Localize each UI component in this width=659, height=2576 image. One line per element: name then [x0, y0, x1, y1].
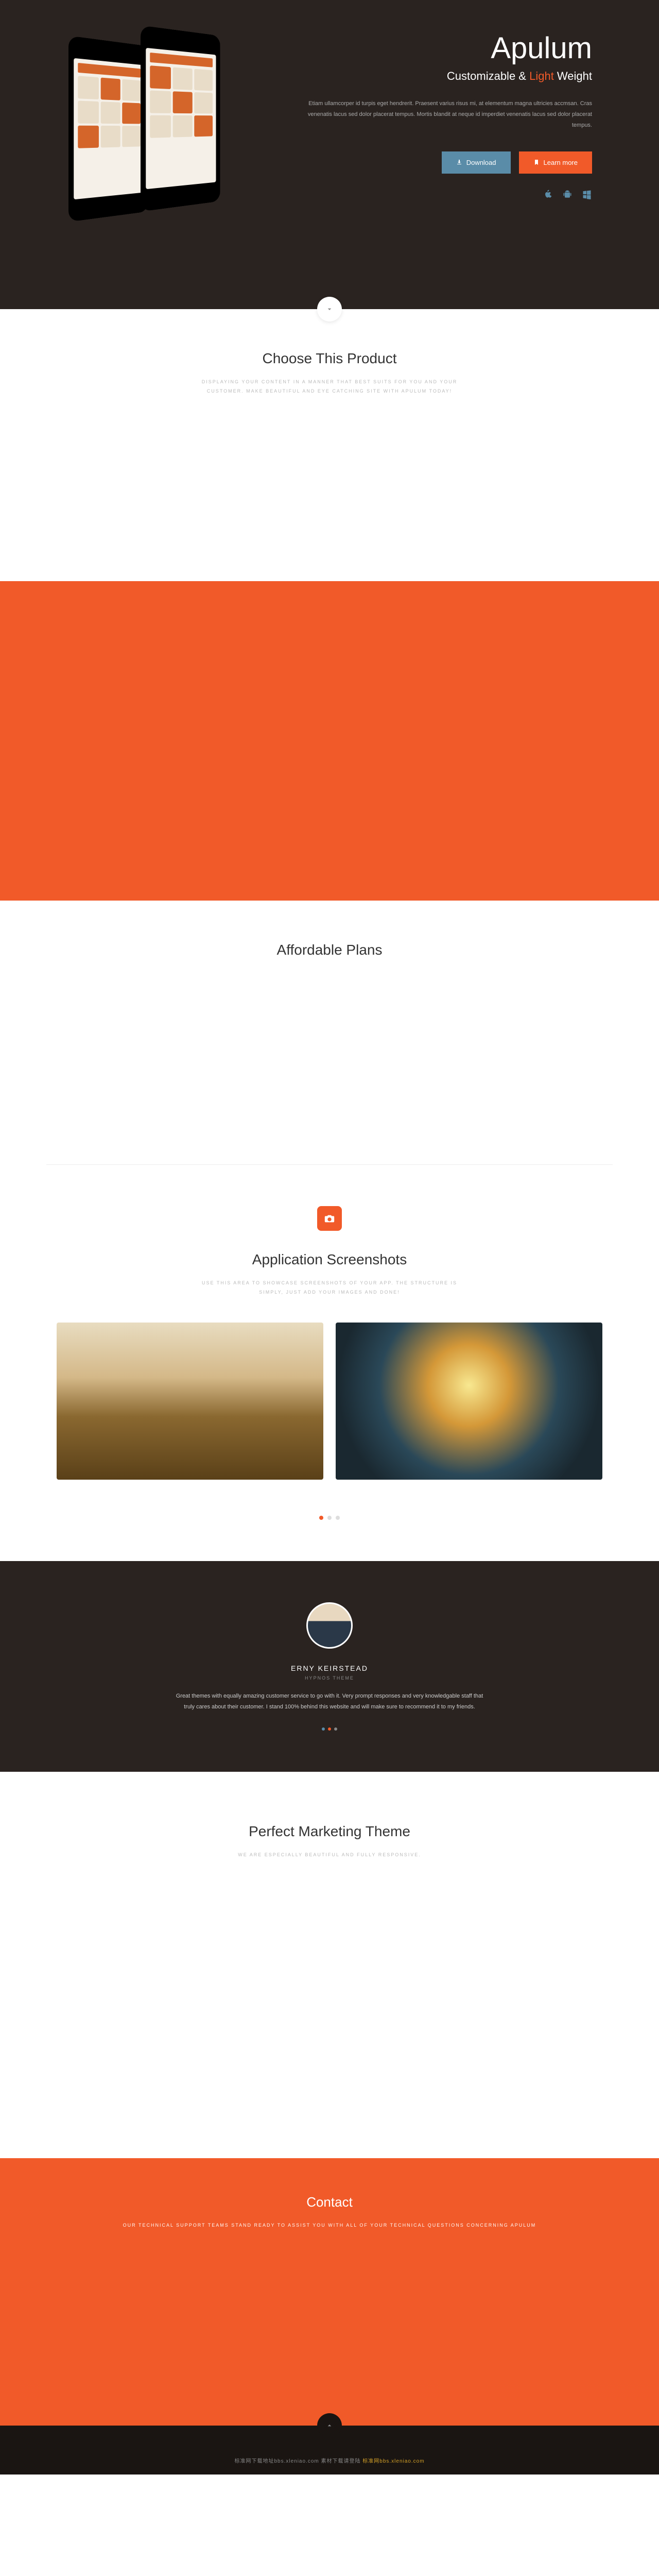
pager-dot-1[interactable]: [319, 1516, 323, 1520]
plans-section: Affordable Plans: [0, 901, 659, 1164]
footer-text: 标准网下载地址bbs.xleniao.com 素材下载请登陆 标准网bbs.xl…: [21, 2456, 638, 2464]
hero-description: Etiam ullamcorper id turpis eget hendrer…: [298, 98, 592, 131]
learn-label: Learn more: [544, 159, 578, 166]
camera-badge: [317, 1206, 342, 1231]
footer: 标准网下载地址bbs.xleniao.com 素材下载请登陆 标准网bbs.xl…: [0, 2426, 659, 2475]
spacer: [0, 437, 659, 581]
testimonial-pagination: [21, 1727, 638, 1731]
download-button[interactable]: Download: [442, 151, 511, 174]
download-icon: [456, 159, 462, 165]
android-icon[interactable]: [562, 189, 573, 199]
t-dot-2[interactable]: [328, 1727, 331, 1731]
tagline: Customizable & Light Weight: [298, 70, 592, 83]
testimonial-name: ERNY KEIRSTEAD: [21, 1664, 638, 1672]
apple-icon[interactable]: [543, 189, 553, 199]
avatar: [306, 1602, 353, 1649]
pager-dot-3[interactable]: [336, 1516, 340, 1520]
platform-icons: [298, 189, 592, 199]
pager-dot-2[interactable]: [327, 1516, 332, 1520]
scroll-up-button[interactable]: [317, 2413, 342, 2438]
footer-text-pre: 标准网下载地址bbs.xleniao.com 素材下载请登陆: [234, 2459, 362, 2464]
marketing-title: Perfect Marketing Theme: [21, 1823, 638, 1840]
carousel-pagination: [21, 1516, 638, 1520]
screenshot-2[interactable]: [336, 1323, 602, 1480]
footer-text-accent: 标准网bbs.xleniao.com: [362, 2459, 424, 2464]
marketing-section: Perfect Marketing Theme WE ARE ESPECIALL…: [0, 1772, 659, 2158]
tagline-accent: Light: [529, 70, 554, 82]
screenshots-subtitle: USE THIS AREA TO SHOWCASE SCREENSHOTS OF…: [196, 1278, 463, 1297]
screenshots-section: Application Screenshots USE THIS AREA TO…: [0, 1165, 659, 1561]
screenshots-title: Application Screenshots: [21, 1251, 638, 1268]
tagline-pre: Customizable &: [447, 70, 529, 82]
choose-subtitle: DISPLAYING YOUR CONTENT IN A MANNER THAT…: [196, 377, 463, 396]
contact-subtitle: OUR TECHNICAL SUPPORT TEAMS STAND READY …: [21, 2221, 638, 2230]
testimonial-section: ERNY KEIRSTEAD HYPNOS THEME Great themes…: [0, 1561, 659, 1772]
hero-section: Apulum Customizable & Light Weight Etiam…: [0, 0, 659, 309]
download-label: Download: [466, 159, 496, 166]
bookmark-icon: [533, 159, 540, 165]
chevron-down-icon: [325, 305, 334, 313]
marketing-subtitle: WE ARE ESPECIALLY BEAUTIFUL AND FULLY RE…: [196, 1850, 463, 1859]
feature-block: [0, 581, 659, 901]
windows-icon[interactable]: [582, 189, 592, 199]
choose-title: Choose This Product: [21, 350, 638, 367]
brand-title: Apulum: [298, 31, 592, 65]
plans-title: Affordable Plans: [21, 942, 638, 958]
product-mockup: [67, 31, 277, 247]
t-dot-3[interactable]: [334, 1727, 337, 1731]
contact-section: Contact OUR TECHNICAL SUPPORT TEAMS STAN…: [0, 2158, 659, 2426]
screenshot-1[interactable]: [57, 1323, 323, 1480]
scroll-down-button[interactable]: [317, 297, 342, 321]
chevron-up-icon: [325, 2421, 334, 2430]
testimonial-role: HYPNOS THEME: [21, 1675, 638, 1681]
learn-more-button[interactable]: Learn more: [519, 151, 592, 174]
contact-title: Contact: [21, 2194, 638, 2210]
camera-icon: [324, 1213, 335, 1224]
testimonial-quote: Great themes with equally amazing custom…: [170, 1691, 489, 1713]
tagline-post: Weight: [554, 70, 592, 82]
t-dot-1[interactable]: [322, 1727, 325, 1731]
choose-section: Choose This Product DISPLAYING YOUR CONT…: [0, 309, 659, 437]
